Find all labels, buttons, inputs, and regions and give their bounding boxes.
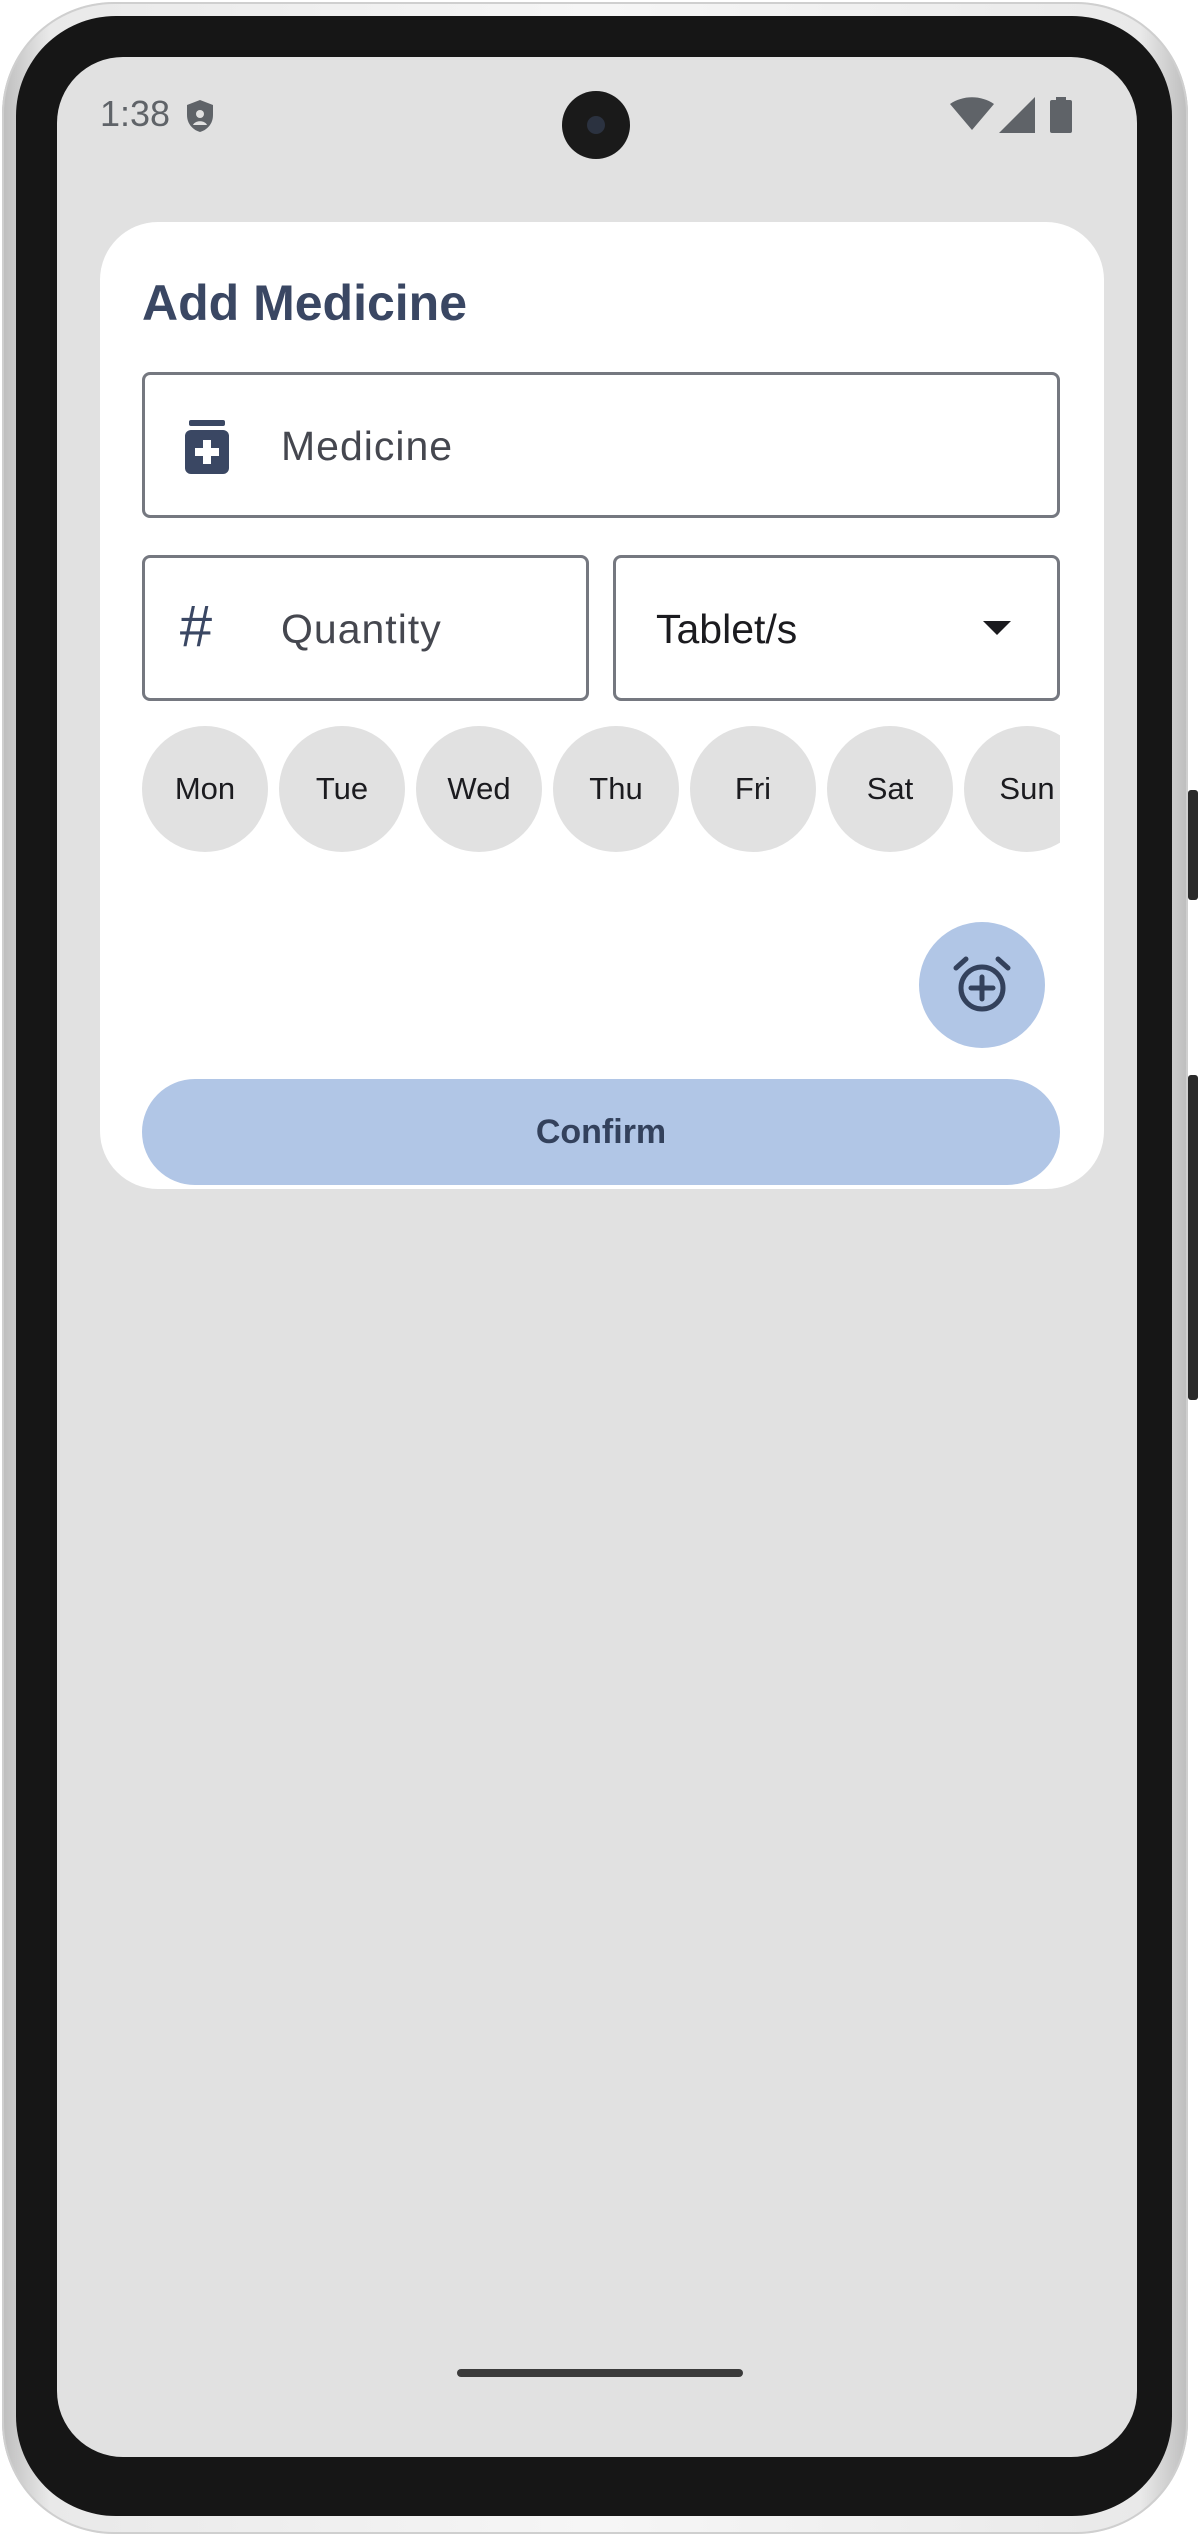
signal-icon [999, 97, 1035, 133]
day-chip-thu[interactable]: Thu [553, 726, 679, 852]
day-chip-tue[interactable]: Tue [279, 726, 405, 852]
medicine-placeholder: Medicine [281, 423, 454, 469]
hash-icon: # [179, 594, 212, 659]
power-button [1188, 790, 1198, 900]
battery-icon [1050, 97, 1072, 133]
unit-dropdown[interactable]: Tablet/s [613, 555, 1060, 701]
alarm-add-icon [953, 956, 1011, 1012]
quantity-placeholder: Quantity [281, 606, 442, 652]
day-chip-wed[interactable]: Wed [416, 726, 542, 852]
days-selector: Mon Tue Wed Thu Fri Sat Sun [142, 722, 1060, 852]
shield-icon [187, 100, 213, 132]
dropdown-arrow-icon[interactable] [983, 621, 1011, 635]
medicine-bottle-icon [185, 420, 229, 474]
day-chip-sun[interactable]: Sun [964, 726, 1060, 852]
quantity-input[interactable]: # Quantity [142, 555, 589, 701]
volume-button [1188, 1075, 1198, 1400]
wifi-icon [950, 97, 994, 130]
add-alarm-button[interactable] [919, 922, 1045, 1048]
status-time: 1:38 [100, 93, 171, 134]
day-chip-mon[interactable]: Mon [142, 726, 268, 852]
day-chip-fri[interactable]: Fri [690, 726, 816, 852]
device-frame: 1:38 Add Medicine Medicine # Quantity Ta… [0, 0, 1198, 2539]
add-medicine-dialog: Add Medicine Medicine # Quantity Tablet/… [100, 222, 1104, 1189]
day-chip-sat[interactable]: Sat [827, 726, 953, 852]
gesture-navigation-bar[interactable] [457, 2369, 743, 2377]
unit-dropdown-value: Tablet/s [656, 606, 798, 652]
medicine-input[interactable]: Medicine [142, 372, 1060, 518]
dialog-title: Add Medicine [142, 275, 468, 331]
front-camera [562, 91, 630, 159]
screen: 1:38 Add Medicine Medicine # Quantity Ta… [57, 57, 1137, 2457]
confirm-button[interactable]: Confirm [142, 1079, 1060, 1185]
status-bar: 1:38 [57, 57, 1137, 187]
